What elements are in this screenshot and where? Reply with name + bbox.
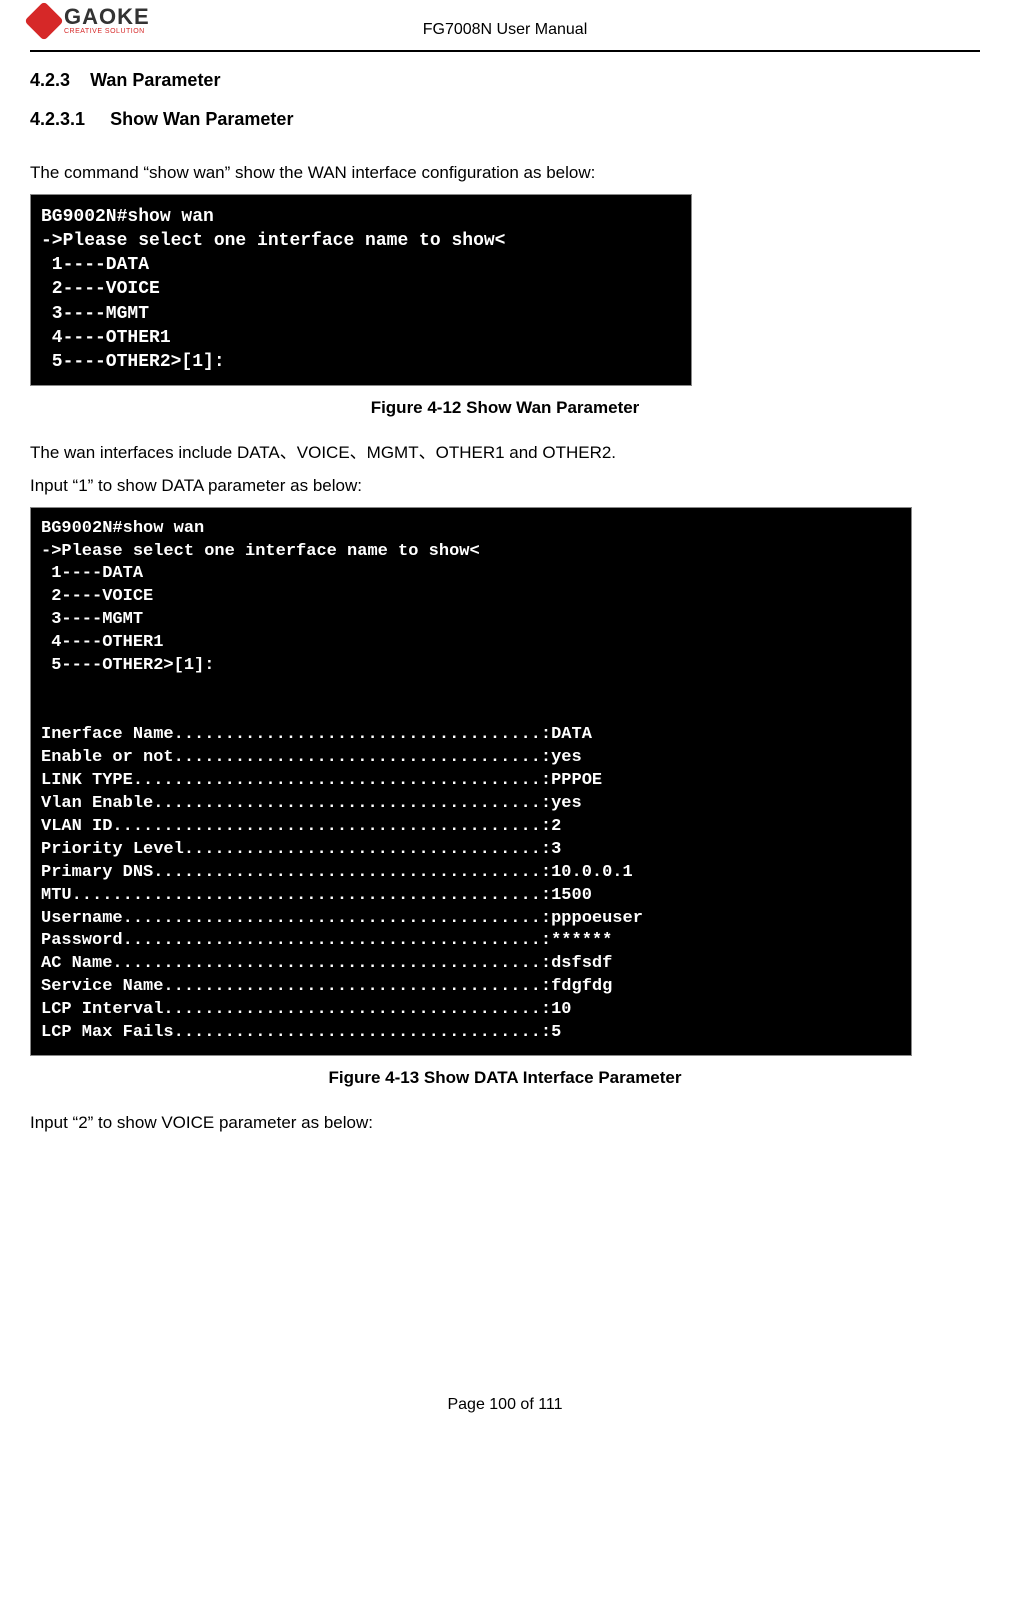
page-header: GAOKE CREATIVE SOLUTION FG7008N User Man… [30, 10, 980, 52]
paragraph: The command “show wan” show the WAN inte… [30, 160, 980, 186]
logo-brand: GAOKE [64, 6, 150, 28]
logo: GAOKE CREATIVE SOLUTION [30, 6, 150, 35]
figure-caption-4-12: Figure 4-12 Show Wan Parameter [30, 398, 980, 418]
heading-number: 4.2.3.1 [30, 109, 85, 129]
heading-number: 4.2.3 [30, 70, 70, 90]
document-title: FG7008N User Manual [423, 21, 588, 39]
page-footer: Page 100 of 111 [30, 1396, 980, 1414]
figure-caption-4-13: Figure 4-13 Show DATA Interface Paramete… [30, 1068, 980, 1088]
logo-icon [24, 1, 64, 41]
heading-title: Show Wan Parameter [110, 109, 293, 129]
paragraph: Input “2” to show VOICE parameter as bel… [30, 1110, 980, 1136]
terminal-output-2: BG9002N#show wan ->Please select one int… [30, 507, 912, 1057]
logo-tagline: CREATIVE SOLUTION [64, 28, 150, 35]
heading-title: Wan Parameter [90, 70, 220, 90]
paragraph: The wan interfaces include DATA、VOICE、MG… [30, 440, 980, 466]
heading-4-2-3: 4.2.3 Wan Parameter [30, 70, 980, 91]
heading-4-2-3-1: 4.2.3.1 Show Wan Parameter [30, 109, 980, 130]
paragraph: Input “1” to show DATA parameter as belo… [30, 473, 980, 499]
terminal-output-1: BG9002N#show wan ->Please select one int… [30, 194, 692, 386]
